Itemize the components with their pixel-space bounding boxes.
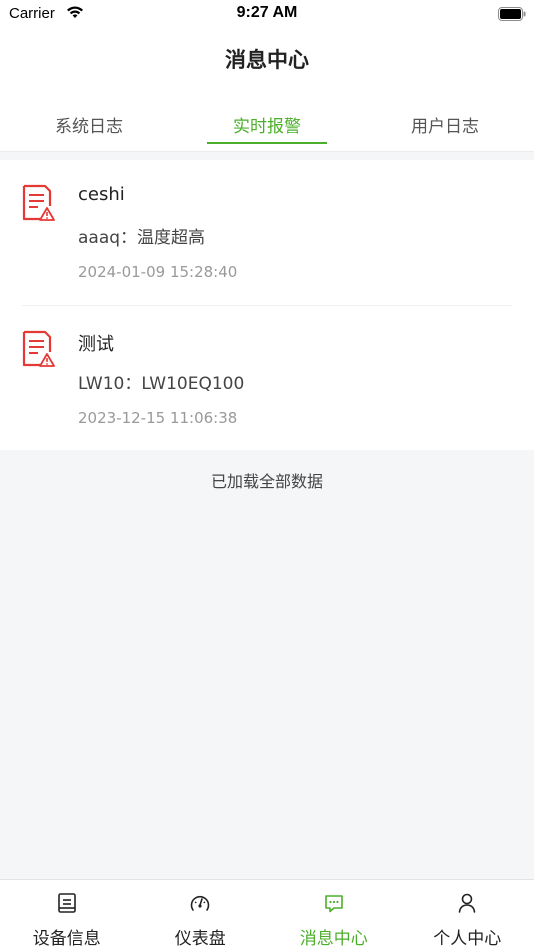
- navigation-bar: 消息中心: [0, 28, 534, 92]
- bottom-tab-bar: 设备信息 仪表盘 消息中心 个人中心: [0, 879, 534, 950]
- tabbar-label: 仪表盘: [174, 929, 226, 949]
- log-tabs: 系统日志 实时报警 用户日志: [0, 92, 534, 152]
- user-icon: [458, 893, 476, 913]
- battery-icon: [498, 7, 526, 21]
- tabbar-label: 设备信息: [32, 929, 101, 949]
- message-body: LW10：LW10EQ100: [78, 374, 245, 394]
- message-time: 2024-01-09 15:28:40: [78, 263, 238, 281]
- tab-label: 实时报警: [233, 117, 301, 137]
- list-item[interactable]: ceshi aaaq：温度超高 2024-01-09 15:28:40: [0, 160, 534, 305]
- gauge-icon: [190, 895, 210, 911]
- alarm-document-icon: [22, 330, 55, 367]
- alarm-document-icon: [22, 184, 55, 221]
- tabbar-label: 消息中心: [299, 929, 368, 949]
- list-item[interactable]: 测试 LW10：LW10EQ100 2023-12-15 11:06:38: [22, 305, 512, 450]
- tab-realtime-alarm[interactable]: 实时报警: [178, 92, 356, 152]
- tabbar-personal-center[interactable]: 个人中心: [401, 880, 534, 950]
- message-time: 2023-12-15 11:06:38: [78, 409, 238, 427]
- message-body: aaaq：温度超高: [78, 228, 206, 248]
- tab-system-log[interactable]: 系统日志: [0, 92, 178, 152]
- tab-label: 用户日志: [411, 117, 479, 137]
- tabbar-label: 个人中心: [433, 929, 502, 949]
- page-title: 消息中心: [225, 48, 309, 72]
- alarm-message-list: ceshi aaaq：温度超高 2024-01-09 15:28:40 测试 L…: [0, 160, 534, 450]
- message-title: ceshi: [78, 184, 125, 205]
- status-time: 9:27 AM: [236, 4, 298, 21]
- tab-label: 系统日志: [55, 117, 123, 137]
- active-tab-indicator: [207, 142, 327, 144]
- tabbar-message-center[interactable]: 消息中心: [267, 880, 401, 950]
- tabbar-dashboard[interactable]: 仪表盘: [134, 880, 268, 950]
- tab-user-log[interactable]: 用户日志: [356, 92, 534, 152]
- message-icon: [324, 895, 343, 913]
- message-title: 测试: [78, 334, 114, 355]
- status-bar: Carrier 9:27 AM: [0, 0, 534, 28]
- tabbar-device-info[interactable]: 设备信息: [0, 880, 134, 950]
- all-loaded-text: 已加载全部数据: [210, 472, 323, 491]
- device-list-icon: [57, 893, 76, 913]
